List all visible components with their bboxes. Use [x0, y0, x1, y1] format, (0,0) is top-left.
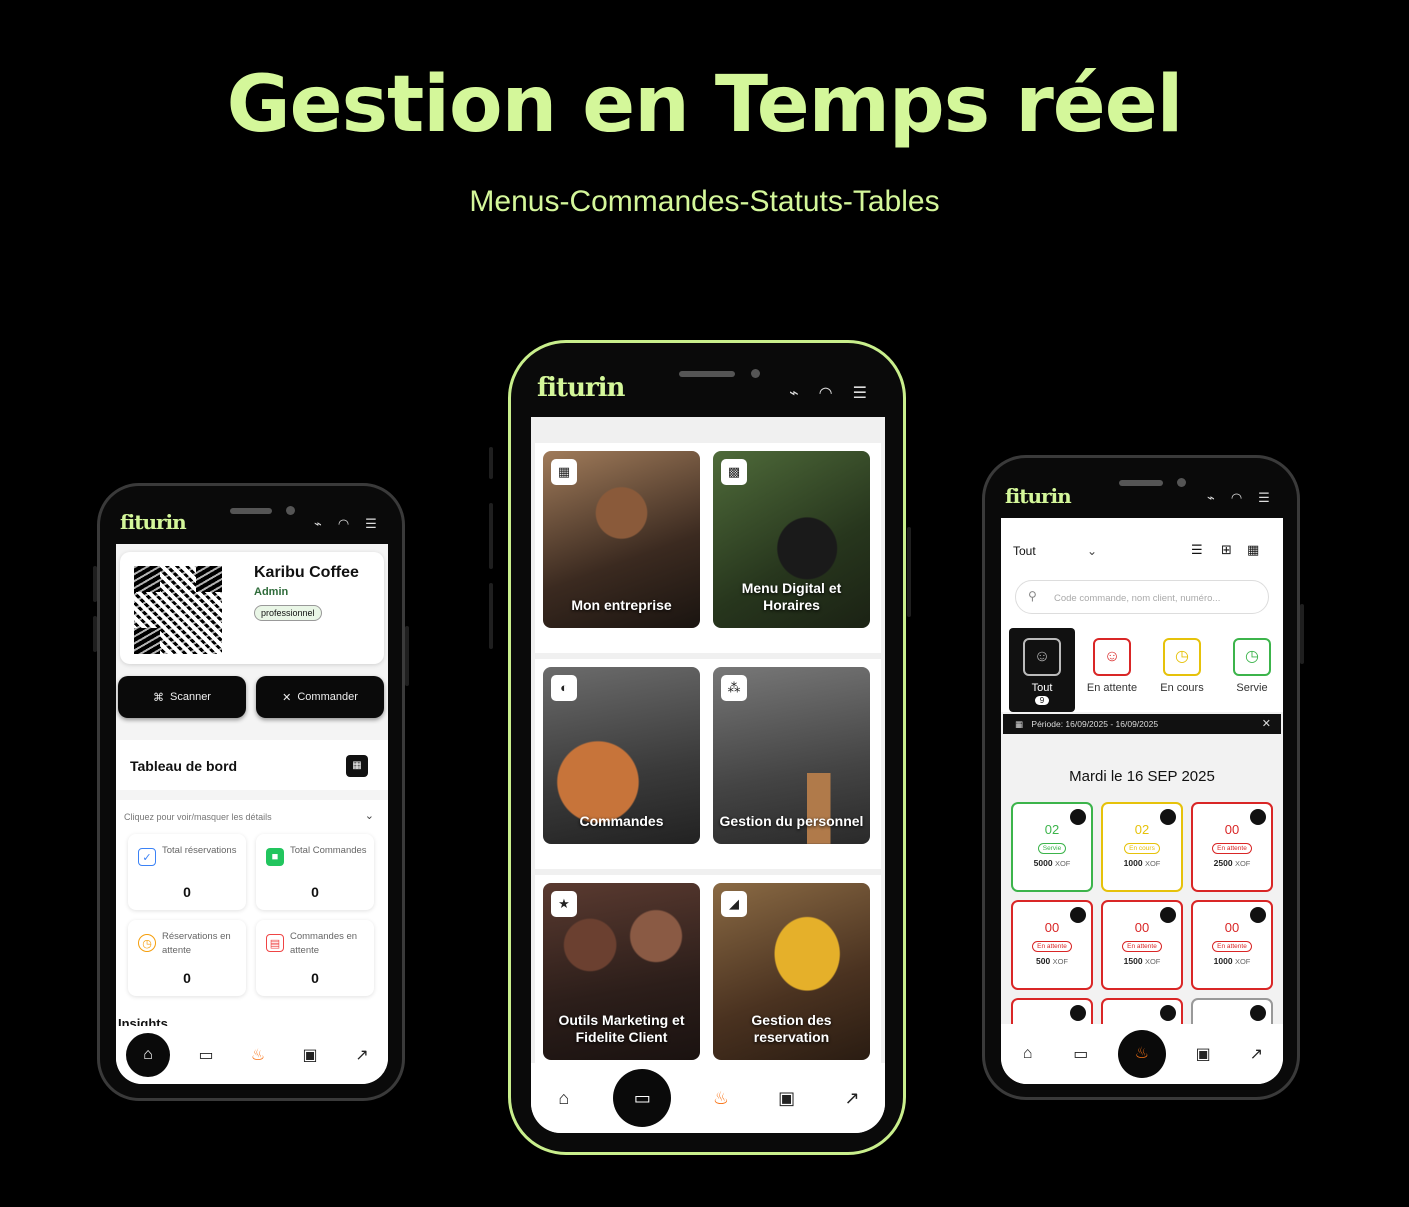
status-tab-tout[interactable]: ☺ Tout 9 — [1009, 628, 1075, 712]
waiter-bell-icon[interactable]: ⌁ — [789, 383, 799, 403]
timer-icon: ◷ — [1233, 638, 1271, 676]
money-icon[interactable]: ▣ — [771, 1088, 803, 1109]
calendar-button[interactable]: ▦ — [346, 755, 368, 777]
filter-select[interactable]: Tout ⌄ — [1013, 544, 1097, 558]
money-icon[interactable]: ▣ — [1187, 1044, 1219, 1064]
clipboard-icon: ▤ — [266, 934, 284, 952]
phone-modules: fiturin ⌁ ◠ ☰ ▦ Mon entreprise ▩ Menu Di… — [489, 340, 911, 1155]
growth-icon[interactable]: ↗ — [346, 1045, 378, 1065]
phone-dashboard: fiturin ⌁ ◠ ☰ Karibu Coffee Admin profes… — [93, 483, 409, 1101]
chevron-down-icon: ⌄ — [364, 810, 374, 822]
close-icon[interactable]: ✕ — [1262, 714, 1271, 734]
hero-title: Gestion en Temps réel — [226, 60, 1184, 150]
calendar-icon: ▦ — [1015, 719, 1024, 729]
status-tab-en-attente[interactable]: ☺ En attente — [1079, 628, 1145, 712]
table-card[interactable]: 00 En attente 500 XOF — [1011, 900, 1093, 990]
stat-commandes-en-attente[interactable]: ▤ Commandes en attente 0 — [256, 920, 374, 996]
table-card[interactable]: 02 Servie 5000 XOF — [1011, 802, 1093, 892]
qr-icon: ▩ — [721, 459, 747, 485]
waiter-bell-icon[interactable]: ⌁ — [1207, 490, 1215, 506]
business-name: Karibu Coffee — [254, 564, 359, 581]
tile-menu-digital[interactable]: ▩ Menu Digital et Horaires — [713, 451, 870, 628]
money-icon[interactable]: ▣ — [294, 1045, 326, 1065]
scanner-button[interactable]: ⌘ Scanner — [118, 676, 246, 718]
hero-subtitle: Menus-Commandes-Statuts-Tables — [469, 185, 940, 218]
menu-icon[interactable]: ☰ — [1258, 490, 1270, 506]
home-icon[interactable]: ⌂ — [1012, 1045, 1044, 1063]
period-bar: ▦ Période: 16/09/2025 - 16/09/2025 ✕ — [1003, 714, 1281, 734]
briefcase-icon[interactable]: ▭ — [190, 1045, 222, 1065]
calendar-icon[interactable]: ▦ — [1247, 542, 1259, 558]
growth-icon[interactable]: ↗ — [1240, 1044, 1272, 1064]
status-tab-en-cours[interactable]: ◷ En cours — [1149, 628, 1215, 712]
business-card: Karibu Coffee Admin professionnel — [120, 552, 384, 664]
tile-commandes[interactable]: ◐ Commandes — [543, 667, 700, 844]
headset-icon[interactable]: ◠ — [819, 383, 833, 403]
list-view-icon[interactable]: ☰ — [1191, 542, 1203, 558]
home-icon[interactable]: ⌂ — [548, 1088, 580, 1109]
grid-view-icon[interactable]: ⊞ — [1221, 542, 1232, 558]
stat-reservations-en-attente[interactable]: ◷ Réservations en attente 0 — [128, 920, 246, 996]
chevron-down-icon: ⌄ — [1087, 544, 1098, 558]
tile-outils-marketing[interactable]: ★ Outils Marketing et Fidelite Client — [543, 883, 700, 1060]
bottom-nav: ⌂ ▭ ♨ ▣ ↗ — [531, 1063, 885, 1133]
building-icon: ▦ — [551, 459, 577, 485]
search-input[interactable]: ⚲ Code commande, nom client, numéro... — [1015, 580, 1269, 614]
utensils-icon: ✕ — [282, 691, 292, 704]
bag-icon: ■ — [266, 848, 284, 866]
tile-gestion-personnel[interactable]: ⁂ Gestion du personnel — [713, 667, 870, 844]
briefcase-icon[interactable]: ▭ — [1065, 1044, 1097, 1064]
group-icon: ☺ — [1093, 638, 1131, 676]
status-tab-servie[interactable]: ◷ Servie — [1219, 628, 1283, 712]
megaphone-icon: ◢ — [721, 891, 747, 917]
brand-logo: fiturin — [537, 373, 625, 403]
menu-icon[interactable]: ☰ — [853, 383, 867, 403]
table-card[interactable]: 00 En attente 2500 XOF — [1191, 802, 1273, 892]
qr-code[interactable] — [134, 566, 222, 654]
menu-icon[interactable]: ☰ — [365, 516, 377, 532]
phone-orders: fiturin ⌁ ◠ ☰ Tout ⌄ ☰ ⊞ ▦ ⚲ Code comman… — [982, 455, 1304, 1100]
bottom-nav: ⌂ ▭ ♨ ▣ ↗ — [116, 1026, 388, 1084]
plan-badge: professionnel — [254, 605, 322, 621]
team-icon: ⁂ — [721, 675, 747, 701]
table-card[interactable]: 00 En attente 1500 XOF — [1101, 900, 1183, 990]
fire-icon[interactable]: ♨ — [1117, 1030, 1166, 1078]
table-card[interactable]: 00 En attente 1000 XOF — [1191, 900, 1273, 990]
business-role: Admin — [254, 586, 289, 598]
calendar-check-icon: ✓ — [138, 848, 156, 866]
dashboard-title: Tableau de bord — [130, 758, 238, 774]
fire-icon[interactable]: ♨ — [705, 1088, 737, 1109]
search-icon: ⚲ — [1028, 589, 1037, 603]
waiter-bell-icon[interactable]: ⌁ — [314, 516, 322, 532]
headset-icon[interactable]: ◠ — [338, 516, 349, 532]
growth-icon[interactable]: ↗ — [836, 1088, 868, 1109]
timer-icon: ◷ — [1163, 638, 1201, 676]
tile-gestion-reservation[interactable]: ◢ Gestion des reservation — [713, 883, 870, 1060]
tile-mon-entreprise[interactable]: ▦ Mon entreprise — [543, 451, 700, 628]
fire-icon[interactable]: ♨ — [242, 1045, 274, 1065]
group-icon: ☺ — [1023, 638, 1061, 676]
home-icon[interactable]: ⌂ — [126, 1033, 170, 1077]
briefcase-icon[interactable]: ▭ — [613, 1069, 672, 1127]
scan-icon: ⌘ — [153, 691, 164, 704]
date-heading: Mardi le 16 SEP 2025 — [1069, 768, 1215, 785]
clock-icon: ◷ — [138, 934, 156, 952]
dish-icon: ◐ — [551, 675, 577, 701]
stat-total-reservations[interactable]: ✓ Total réservations 0 — [128, 834, 246, 910]
table-card[interactable]: 02 En cours 1000 XOF — [1101, 802, 1183, 892]
star-user-icon: ★ — [551, 891, 577, 917]
brand-logo: fiturin — [1005, 484, 1072, 508]
brand-logo: fiturin — [120, 510, 187, 534]
bottom-nav: ⌂ ▭ ♨ ▣ ↗ — [1001, 1024, 1283, 1084]
commander-button[interactable]: ✕ Commander — [256, 676, 384, 718]
headset-icon[interactable]: ◠ — [1231, 490, 1242, 506]
stat-total-commandes[interactable]: ■ Total Commandes 0 — [256, 834, 374, 910]
